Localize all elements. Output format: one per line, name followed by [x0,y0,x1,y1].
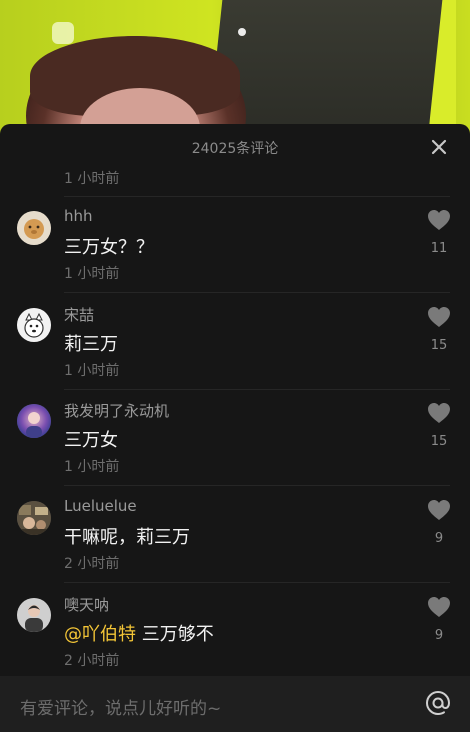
comment-item[interactable]: 我发明了永动机 三万女 1 小时前 15 [0,390,470,486]
comment-time: 2 小时前 [64,653,120,669]
avatar[interactable] [17,404,51,438]
comment-text: @吖伯特 三万够不 [64,620,214,646]
like-count: 15 [430,338,448,353]
comment-text: 干嘛呢，莉三万 [64,527,190,548]
divider [64,485,450,486]
comment-username[interactable]: 我发明了永动机 [64,400,169,421]
comment-item[interactable]: 宋喆 莉三万 1 小时前 15 [0,294,470,390]
comment-time: 1 小时前 [64,459,120,475]
comment-count: 24025条评论 [191,141,279,157]
comment-time: 1 小时前 [64,266,120,282]
like-button[interactable]: 15 [426,306,452,353]
comment-sheet: 24025条评论 1 小时前 hhh 三万女？？ 1 小时前 11 宋喆 莉三万… [0,124,470,732]
comment-item[interactable]: hhh 三万女？？ 1 小时前 11 [0,197,470,293]
like-button[interactable]: 15 [426,402,452,449]
comment-text: 三万女 [64,430,118,451]
like-count: 15 [430,434,448,449]
heart-icon [428,500,450,520]
at-icon [425,690,451,716]
close-button[interactable] [428,136,450,158]
comment-username[interactable]: Lueluelue [64,497,137,515]
heart-icon [428,597,450,617]
avatar[interactable] [17,308,51,342]
video-background [0,0,470,140]
comment-item[interactable]: 噢天呐 @吖伯特 三万够不 2 小时前 9 [0,584,470,680]
previous-comment-time: 1 小时前 [64,171,120,187]
like-button[interactable]: 11 [426,209,452,256]
like-count: 11 [430,241,448,256]
like-count: 9 [434,531,444,546]
heart-icon [428,403,450,423]
mention-button[interactable] [424,690,452,718]
comment-username[interactable]: 宋喆 [64,304,94,325]
like-button[interactable]: 9 [426,499,452,546]
comment-sheet-header: 24025条评论 [0,124,470,170]
heart-icon [428,210,450,230]
avatar[interactable] [17,211,51,245]
mention-link[interactable]: @吖伯特 [64,624,136,645]
comment-input[interactable]: 有爱评论，说点儿好听的~ [20,694,221,719]
comment-input-bar[interactable]: 有爱评论，说点儿好听的~ [0,676,470,732]
comment-text: 莉三万 [64,334,118,355]
video-background-light [52,22,74,44]
like-count: 9 [434,628,444,643]
avatar[interactable] [17,598,51,632]
video-background-light-small [238,28,246,36]
comment-username[interactable]: 噢天呐 [64,594,109,615]
avatar[interactable] [17,501,51,535]
heart-icon [428,307,450,327]
divider [64,582,450,583]
comment-time: 1 小时前 [64,363,120,379]
comment-text-body: 三万够不 [136,624,214,645]
close-icon [431,139,447,155]
comment-username[interactable]: hhh [64,207,93,225]
comment-text: 三万女？？ [64,237,154,258]
like-button[interactable]: 9 [426,596,452,643]
comment-item[interactable]: Lueluelue 干嘛呢，莉三万 2 小时前 9 [0,487,470,583]
comment-time: 2 小时前 [64,556,120,572]
divider [64,292,450,293]
